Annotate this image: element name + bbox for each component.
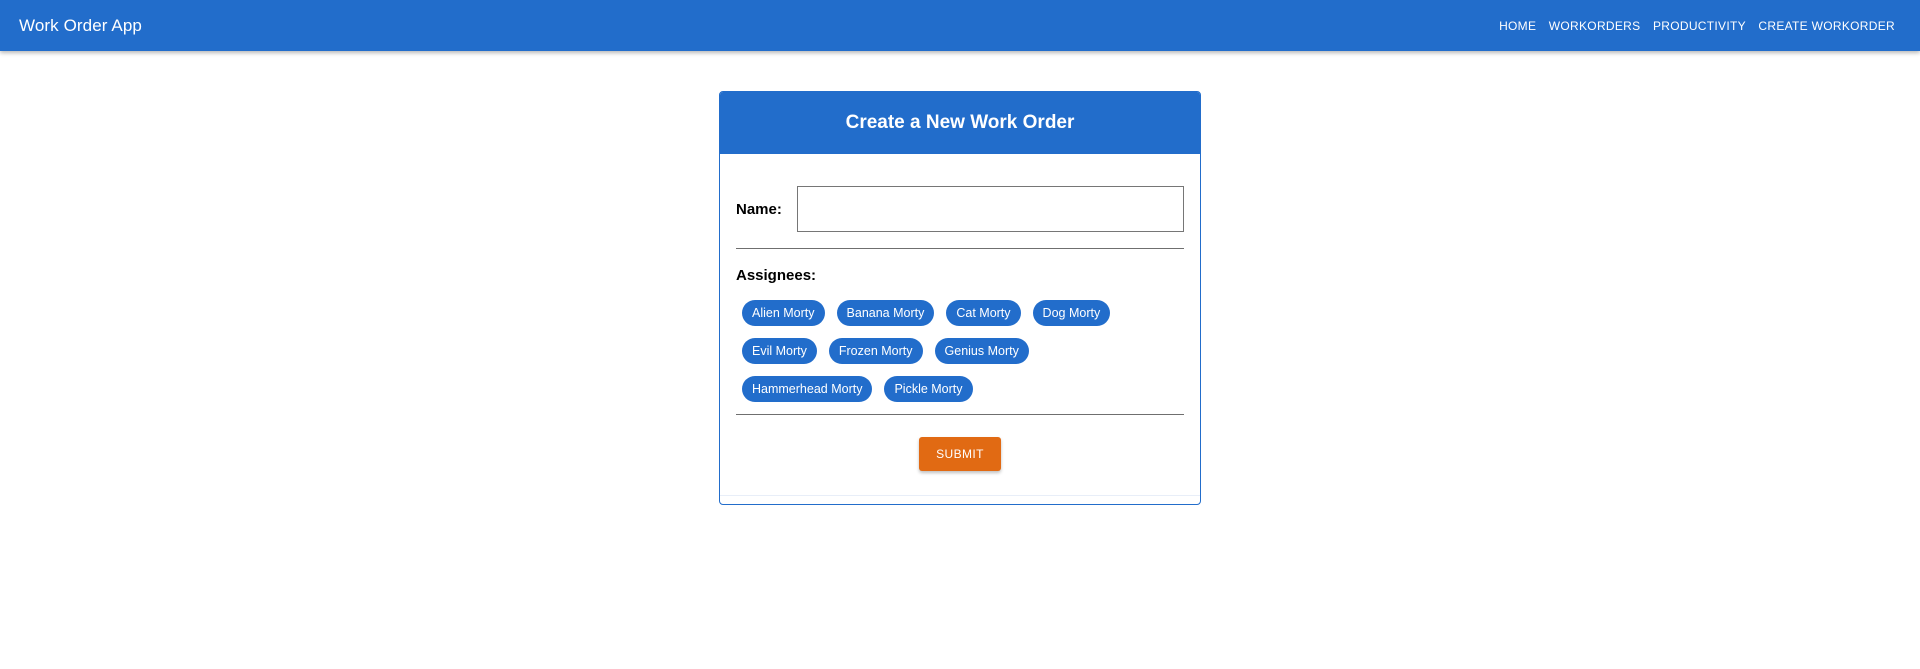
- app-bar: Work Order App HOME WORKORDERS PRODUCTIV…: [0, 0, 1920, 51]
- chip-row: Alien Morty Banana Morty Cat Morty Dog M…: [742, 300, 1122, 326]
- assignee-chip-evil-morty[interactable]: Evil Morty: [742, 338, 817, 364]
- card-footer-divider: [720, 495, 1200, 496]
- assignee-chip-dog-morty[interactable]: Dog Morty: [1032, 300, 1111, 326]
- chip-row: Hammerhead Morty Pickle Morty: [742, 376, 1122, 402]
- card-header: Create a New Work Order: [720, 92, 1200, 154]
- assignees-label: Assignees:: [736, 267, 817, 284]
- form-title: Create a New Work Order: [845, 112, 1075, 133]
- nav-home-link[interactable]: HOME: [1499, 19, 1536, 33]
- divider: [736, 248, 1184, 249]
- divider: [736, 414, 1184, 415]
- nav-productivity-link[interactable]: PRODUCTIVITY: [1653, 19, 1746, 33]
- nav-create-workorder-link[interactable]: CREATE WORKORDER: [1758, 19, 1895, 33]
- assignee-chips: Alien Morty Banana Morty Cat Morty Dog M…: [736, 300, 1122, 402]
- app-title[interactable]: Work Order App: [19, 16, 142, 36]
- assignee-chip-hammerhead-morty[interactable]: Hammerhead Morty: [742, 376, 873, 402]
- name-label: Name:: [736, 200, 782, 218]
- assignee-chip-frozen-morty[interactable]: Frozen Morty: [828, 338, 923, 364]
- submit-wrap: SUBMIT: [736, 437, 1184, 471]
- assignee-chip-alien-morty[interactable]: Alien Morty: [742, 300, 825, 326]
- name-input[interactable]: [796, 186, 1184, 232]
- card-body: Name: Assignees: Alien Morty Banana Mort…: [720, 186, 1200, 471]
- chip-row: Evil Morty Frozen Morty Genius Morty: [742, 338, 1122, 364]
- create-workorder-card: Create a New Work Order Name: Assignees:…: [719, 91, 1201, 505]
- submit-button[interactable]: SUBMIT: [919, 437, 1001, 471]
- assignee-chip-genius-morty[interactable]: Genius Morty: [934, 338, 1029, 364]
- name-row: Name:: [736, 186, 1184, 232]
- nav-workorders-link[interactable]: WORKORDERS: [1549, 19, 1641, 33]
- assignee-chip-pickle-morty[interactable]: Pickle Morty: [884, 376, 973, 402]
- assignee-chip-banana-morty[interactable]: Banana Morty: [836, 300, 935, 326]
- top-nav: HOME WORKORDERS PRODUCTIVITY CREATE WORK…: [1487, 19, 1895, 33]
- assignee-chip-cat-morty[interactable]: Cat Morty: [946, 300, 1021, 326]
